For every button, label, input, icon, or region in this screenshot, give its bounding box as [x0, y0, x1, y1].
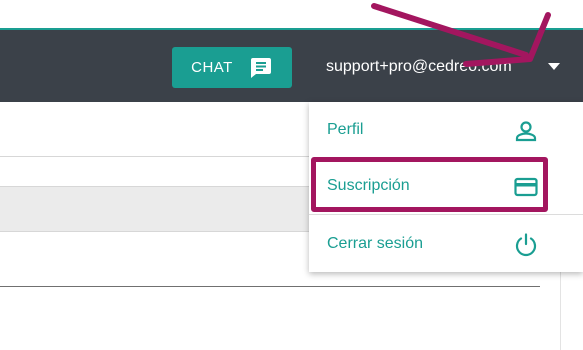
annotation-arrow	[371, 3, 551, 67]
